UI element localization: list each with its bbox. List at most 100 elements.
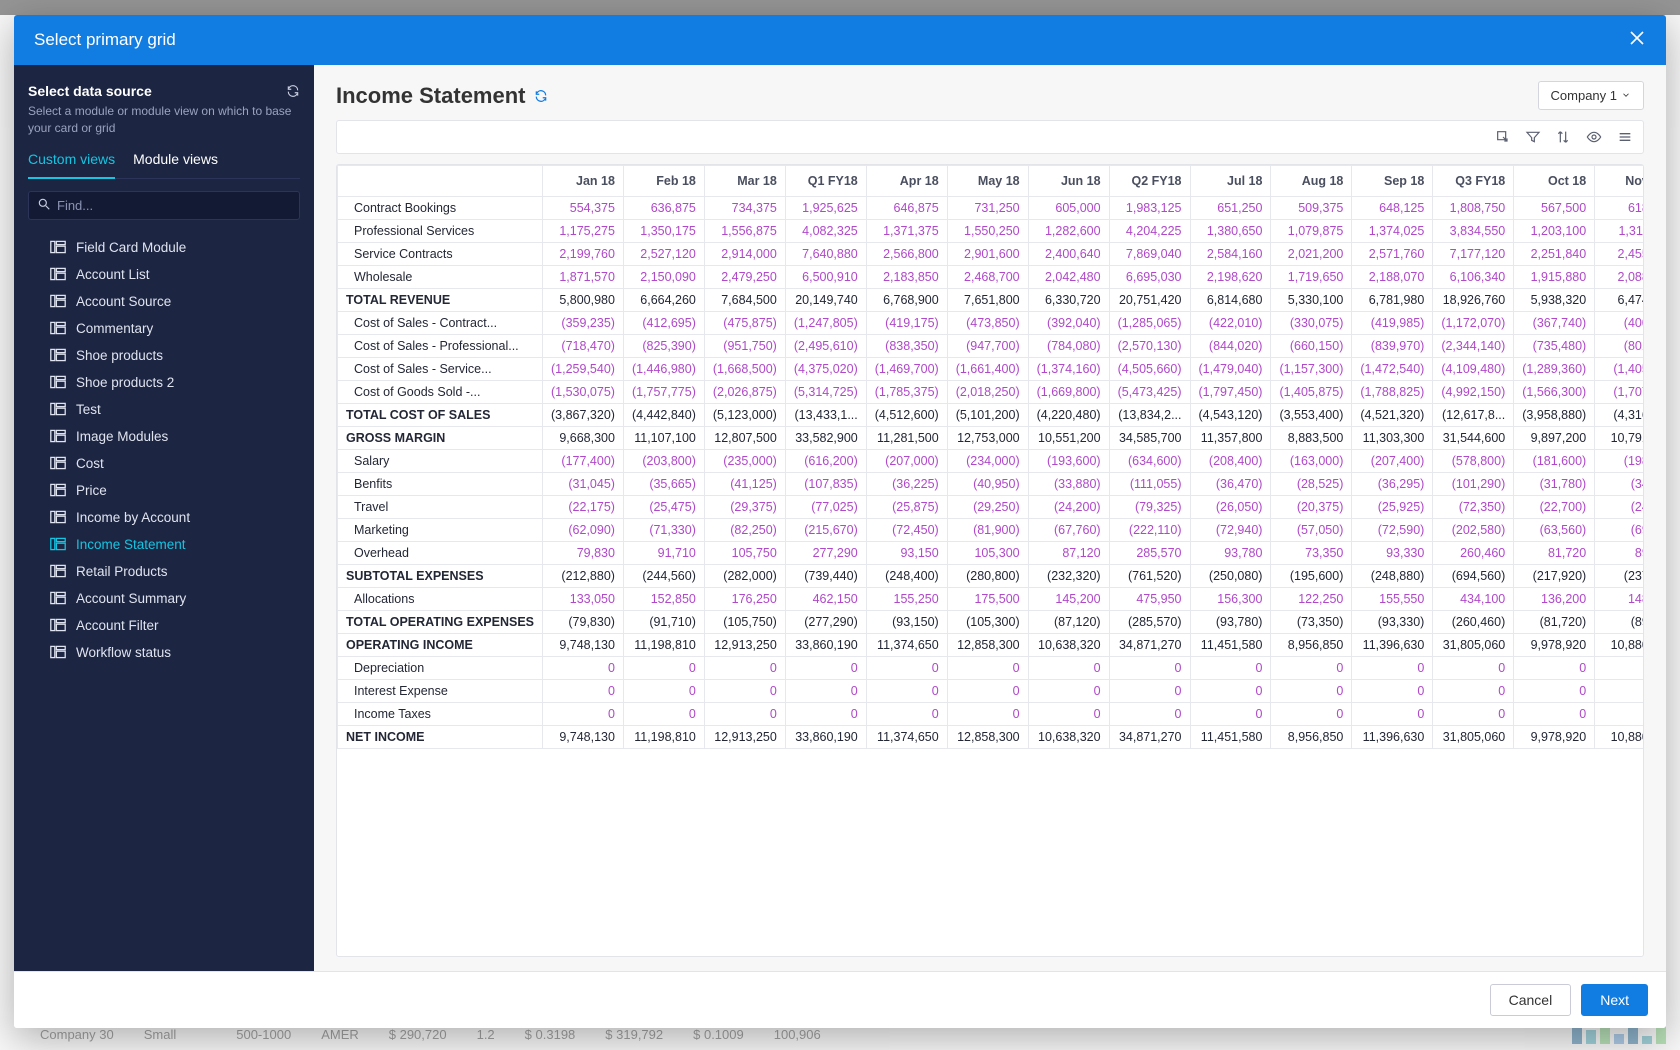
grid-cell[interactable]: 0 [1028, 703, 1109, 726]
grid-cell[interactable]: 618,75 [1595, 197, 1644, 220]
grid-cell[interactable]: (4,220,480) [1028, 404, 1109, 427]
column-header[interactable]: Q3 FY18 [1433, 166, 1514, 197]
grid-cell[interactable]: (5,123,000) [704, 404, 785, 427]
grid-cell[interactable]: (718,470) [543, 335, 624, 358]
grid-cell[interactable]: 1,311,75 [1595, 220, 1644, 243]
grid-cell[interactable]: 651,250 [1190, 197, 1271, 220]
grid-cell[interactable]: 2,571,760 [1352, 243, 1433, 266]
grid-cell[interactable]: (163,000) [1271, 450, 1352, 473]
grid-cell[interactable]: 1,556,875 [704, 220, 785, 243]
grid-cell[interactable]: 2,150,090 [623, 266, 704, 289]
grid-cell[interactable]: (82,250) [704, 519, 785, 542]
entity-picker[interactable]: Company 1 [1538, 81, 1644, 110]
grid-cell[interactable]: (419,985) [1352, 312, 1433, 335]
grid-cell[interactable]: (285,570) [1109, 611, 1190, 634]
grid-cell[interactable]: (63,560) [1514, 519, 1595, 542]
grid-cell[interactable]: (28,525) [1271, 473, 1352, 496]
grid-cell[interactable]: 2,021,200 [1271, 243, 1352, 266]
filter-icon[interactable] [1525, 129, 1541, 145]
grid-cell[interactable]: 2,527,120 [623, 243, 704, 266]
column-header[interactable]: Jan 18 [543, 166, 624, 197]
data-grid[interactable]: Jan 18Feb 18Mar 18Q1 FY18Apr 18May 18Jun… [336, 164, 1644, 957]
grid-cell[interactable]: (237,60 [1595, 565, 1644, 588]
column-header[interactable]: Oct 18 [1514, 166, 1595, 197]
grid-cell[interactable]: 105,750 [704, 542, 785, 565]
grid-cell[interactable]: 7,177,120 [1433, 243, 1514, 266]
grid-cell[interactable]: 1,871,570 [543, 266, 624, 289]
sidebar-item-image-modules[interactable]: Image Modules [28, 423, 300, 450]
grid-cell[interactable]: 1,983,125 [1109, 197, 1190, 220]
grid-cell[interactable]: 93,150 [866, 542, 947, 565]
grid-cell[interactable]: 0 [623, 703, 704, 726]
sidebar-item-field-card-module[interactable]: Field Card Module [28, 234, 300, 261]
grid-cell[interactable]: (3,867,320) [543, 404, 624, 427]
grid-cell[interactable]: 0 [1433, 703, 1514, 726]
grid-cell[interactable]: (1,446,980) [623, 358, 704, 381]
grid-cell[interactable]: (207,000) [866, 450, 947, 473]
grid-cell[interactable]: (4,521,320) [1352, 404, 1433, 427]
grid-cell[interactable]: (1,289,360) [1514, 358, 1595, 381]
grid-cell[interactable]: 7,684,500 [704, 289, 785, 312]
grid-cell[interactable]: (5,314,725) [785, 381, 866, 404]
grid-cell[interactable]: 475,950 [1109, 588, 1190, 611]
grid-cell[interactable]: 0 [866, 657, 947, 680]
grid-cell[interactable]: (105,750) [704, 611, 785, 634]
grid-cell[interactable]: 6,814,680 [1190, 289, 1271, 312]
grid-cell[interactable]: 0 [785, 680, 866, 703]
grid-cell[interactable]: (235,000) [704, 450, 785, 473]
grid-cell[interactable]: 0 [1190, 703, 1271, 726]
grid-cell[interactable]: 0 [623, 680, 704, 703]
next-button[interactable]: Next [1581, 984, 1648, 1016]
column-header[interactable]: Jun 18 [1028, 166, 1109, 197]
grid-cell[interactable]: (89,10 [1595, 611, 1644, 634]
grid-cell[interactable]: 2,199,760 [543, 243, 624, 266]
sidebar-item-account-list[interactable]: Account List [28, 261, 300, 288]
grid-cell[interactable]: 2,198,620 [1190, 266, 1271, 289]
grid-cell[interactable]: (62,090) [543, 519, 624, 542]
grid-cell[interactable]: 1,079,875 [1271, 220, 1352, 243]
grid-cell[interactable]: (1,172,070) [1433, 312, 1514, 335]
grid-cell[interactable]: (616,200) [785, 450, 866, 473]
grid-cell[interactable]: 0 [1595, 657, 1644, 680]
grid-cell[interactable]: 18,926,760 [1433, 289, 1514, 312]
grid-cell[interactable]: (277,290) [785, 611, 866, 634]
grid-cell[interactable]: 0 [785, 703, 866, 726]
grid-cell[interactable]: (1,259,540) [543, 358, 624, 381]
sidebar-item-price[interactable]: Price [28, 477, 300, 504]
grid-cell[interactable]: (208,400) [1190, 450, 1271, 473]
close-icon[interactable] [1628, 29, 1646, 51]
grid-cell[interactable]: 4,204,225 [1109, 220, 1190, 243]
grid-cell[interactable]: 0 [543, 680, 624, 703]
grid-cell[interactable]: 0 [947, 703, 1028, 726]
grid-cell[interactable]: 9,748,130 [543, 634, 624, 657]
grid-cell[interactable]: 11,198,810 [623, 726, 704, 749]
grid-cell[interactable]: (33,880) [1028, 473, 1109, 496]
column-header[interactable]: Mar 18 [704, 166, 785, 197]
grid-cell[interactable]: 2,468,700 [947, 266, 1028, 289]
column-header[interactable]: Aug 18 [1271, 166, 1352, 197]
grid-cell[interactable]: 2,584,160 [1190, 243, 1271, 266]
grid-cell[interactable]: 434,100 [1433, 588, 1514, 611]
grid-cell[interactable]: 11,303,300 [1352, 427, 1433, 450]
grid-cell[interactable]: (280,800) [947, 565, 1028, 588]
grid-cell[interactable]: 1,350,175 [623, 220, 704, 243]
grid-cell[interactable]: 4,082,325 [785, 220, 866, 243]
sidebar-item-cost[interactable]: Cost [28, 450, 300, 477]
grid-cell[interactable]: (105,300) [947, 611, 1028, 634]
grid-cell[interactable]: 567,500 [1514, 197, 1595, 220]
grid-cell[interactable]: (81,720) [1514, 611, 1595, 634]
grid-cell[interactable]: (359,235) [543, 312, 624, 335]
grid-cell[interactable]: 133,050 [543, 588, 624, 611]
grid-cell[interactable]: (69,30 [1595, 519, 1644, 542]
grid-cell[interactable]: 0 [1271, 680, 1352, 703]
grid-cell[interactable]: 12,858,300 [947, 726, 1028, 749]
grid-cell[interactable]: (248,400) [866, 565, 947, 588]
grid-cell[interactable]: (24,75 [1595, 496, 1644, 519]
grid-cell[interactable]: (250,080) [1190, 565, 1271, 588]
grid-cell[interactable]: (202,580) [1433, 519, 1514, 542]
grid-cell[interactable]: 1,808,750 [1433, 197, 1514, 220]
column-header[interactable]: Nov 18 [1595, 166, 1644, 197]
grid-cell[interactable]: 0 [1028, 680, 1109, 703]
grid-cell[interactable]: (79,830) [543, 611, 624, 634]
grid-cell[interactable]: 2,914,000 [704, 243, 785, 266]
